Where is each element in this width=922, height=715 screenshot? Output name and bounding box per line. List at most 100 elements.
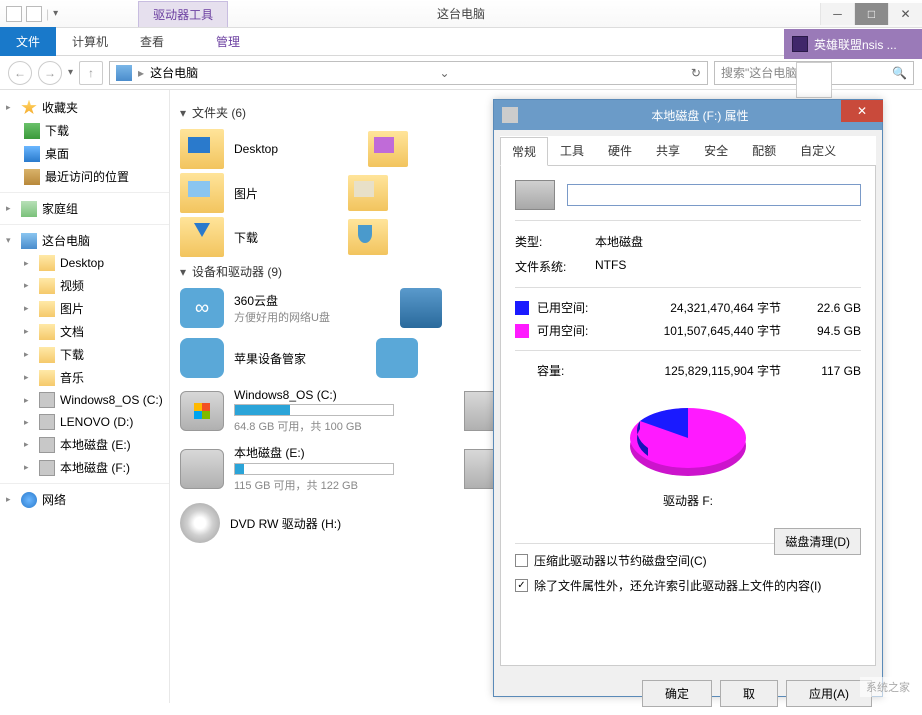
star-icon: [21, 100, 37, 116]
dialog-titlebar[interactable]: 本地磁盘 (F:) 属性 ✕: [494, 100, 882, 130]
app-icon: [6, 6, 22, 22]
drive-icon: [502, 107, 518, 123]
capacity-gb: 117 GB: [801, 364, 861, 378]
free-swatch: [515, 324, 529, 338]
pc-icon: [21, 233, 37, 249]
sidebar-node-e[interactable]: ▸本地磁盘 (E:): [0, 433, 169, 456]
sidebar-desktop[interactable]: 桌面: [0, 142, 169, 165]
free-bytes: 101,507,645,440 字节: [617, 322, 801, 339]
sidebar-favorites[interactable]: ▸收藏夹: [0, 96, 169, 119]
fs-value: NTFS: [595, 258, 626, 275]
view-tab[interactable]: 查看: [124, 27, 180, 56]
sidebar-node-music[interactable]: ▸音乐: [0, 366, 169, 389]
file-tab[interactable]: 文件: [0, 27, 56, 56]
drive-large-icon: [515, 180, 555, 210]
used-label: 已用空间:: [537, 299, 617, 316]
refresh-icon[interactable]: ↻: [691, 66, 701, 80]
dialog-tabs: 常规 工具 硬件 共享 安全 配额 自定义: [500, 136, 876, 166]
sidebar-node-docs[interactable]: ▸文档: [0, 320, 169, 343]
sidebar-homegroup[interactable]: ▸家庭组: [0, 197, 169, 220]
minimize-button[interactable]: ─: [820, 3, 854, 25]
taskbar-preview-tab[interactable]: 英雄联盟nsis ...: [784, 29, 922, 59]
tab-tools[interactable]: 工具: [548, 136, 596, 165]
search-icon[interactable]: 🔍: [892, 66, 907, 80]
watermark: 系统之家: [860, 677, 916, 697]
drive-icon: [180, 391, 224, 431]
drive-icon: [39, 414, 55, 430]
index-checkbox-row[interactable]: ✓除了文件属性外，还允许索引此驱动器上文件的内容(I): [515, 577, 861, 594]
cloud-icon: [180, 288, 224, 328]
manage-tab[interactable]: 管理: [200, 27, 256, 56]
computer-tab[interactable]: 计算机: [56, 27, 124, 56]
history-dropdown-icon[interactable]: ▾: [68, 67, 73, 78]
sidebar-recent[interactable]: 最近访问的位置: [0, 165, 169, 188]
tab-hardware[interactable]: 硬件: [596, 136, 644, 165]
tab-security[interactable]: 安全: [692, 136, 740, 165]
checkbox-checked-icon[interactable]: ✓: [515, 579, 528, 592]
forward-button[interactable]: →: [38, 61, 62, 85]
folder-icon: [180, 217, 224, 257]
sidebar-node-f[interactable]: ▸本地磁盘 (F:): [0, 456, 169, 479]
dialog-body: 类型:本地磁盘 文件系统:NTFS 已用空间:24,321,470,464 字节…: [500, 166, 876, 666]
close-button[interactable]: ✕: [888, 3, 922, 25]
sidebar-network[interactable]: ▸网络: [0, 488, 169, 511]
window-titlebar: | ▾ 驱动器工具 这台电脑 ─ □ ✕: [0, 0, 922, 28]
maximize-button[interactable]: □: [854, 3, 888, 25]
address-dropdown-icon[interactable]: ⌄: [439, 66, 449, 80]
drive-icon: [39, 392, 55, 408]
desktop-icon: [24, 146, 40, 162]
sidebar-node-win8[interactable]: ▸Windows8_OS (C:): [0, 389, 169, 411]
sidebar-node-video[interactable]: ▸视频: [0, 274, 169, 297]
checkbox-unchecked-icon[interactable]: [515, 554, 528, 567]
qat-dropdown-icon[interactable]: ▾: [53, 8, 58, 19]
type-label: 类型:: [515, 233, 595, 250]
dialog-close-button[interactable]: ✕: [841, 100, 883, 122]
tab-custom[interactable]: 自定义: [788, 136, 848, 165]
address-input[interactable]: ▸ 这台电脑 ⌄ ↻: [109, 61, 708, 85]
folder-doc-thumb[interactable]: [348, 175, 388, 211]
tab-quota[interactable]: 配额: [740, 136, 788, 165]
qat-sep: |: [46, 7, 49, 21]
folder-icon: [180, 173, 224, 213]
tab-general[interactable]: 常规: [500, 137, 548, 166]
sidebar-this-pc[interactable]: ▾这台电脑: [0, 229, 169, 252]
drive-icon: [39, 460, 55, 476]
usage-bar: [234, 404, 394, 416]
drive-label: 驱动器 F:: [515, 492, 861, 509]
sidebar-node-lenovo[interactable]: ▸LENOVO (D:): [0, 411, 169, 433]
breadcrumb-root[interactable]: 这台电脑: [150, 64, 198, 81]
qat-icon[interactable]: [26, 6, 42, 22]
capacity-label: 容量:: [537, 362, 617, 379]
up-button[interactable]: ↑: [79, 61, 103, 85]
volume-label-input[interactable]: [567, 184, 861, 206]
folder-music-thumb[interactable]: [348, 219, 388, 255]
folder-icon: [39, 301, 55, 317]
disk-cleanup-button[interactable]: 磁盘清理(D): [774, 528, 861, 555]
folder-icon: [39, 255, 55, 271]
fs-label: 文件系统:: [515, 258, 595, 275]
ribbon-context-tab[interactable]: 驱动器工具: [138, 1, 228, 27]
device-thumb[interactable]: [376, 338, 418, 378]
sidebar-node-desktop[interactable]: ▸Desktop: [0, 252, 169, 274]
sidebar-node-pictures[interactable]: ▸图片: [0, 297, 169, 320]
sidebar-node-dl[interactable]: ▸下载: [0, 343, 169, 366]
type-value: 本地磁盘: [595, 233, 643, 250]
pc-icon: [116, 65, 132, 81]
back-button[interactable]: ←: [8, 61, 32, 85]
usage-bar: [234, 463, 394, 475]
free-label: 可用空间:: [537, 322, 617, 339]
folder-video-thumb[interactable]: [368, 131, 408, 167]
used-swatch: [515, 301, 529, 315]
navigation-pane: ▸收藏夹 下载 桌面 最近访问的位置 ▸家庭组 ▾这台电脑 ▸Desktop ▸…: [0, 90, 170, 703]
breadcrumb-sep: ▸: [138, 66, 144, 80]
dialog-title: 本地磁盘 (F:) 属性: [526, 107, 874, 124]
folder-icon: [39, 347, 55, 363]
tab-sharing[interactable]: 共享: [644, 136, 692, 165]
sidebar-downloads[interactable]: 下载: [0, 119, 169, 142]
drive-icon: [39, 437, 55, 453]
recent-icon: [24, 169, 40, 185]
lol-icon: [792, 36, 808, 52]
address-bar: ← → ▾ ↑ ▸ 这台电脑 ⌄ ↻ 搜索"这台电脑" 🔍: [0, 56, 922, 90]
properties-dialog: 本地磁盘 (F:) 属性 ✕ 常规 工具 硬件 共享 安全 配额 自定义 类型:…: [493, 99, 883, 697]
device-thumb[interactable]: [400, 288, 442, 328]
